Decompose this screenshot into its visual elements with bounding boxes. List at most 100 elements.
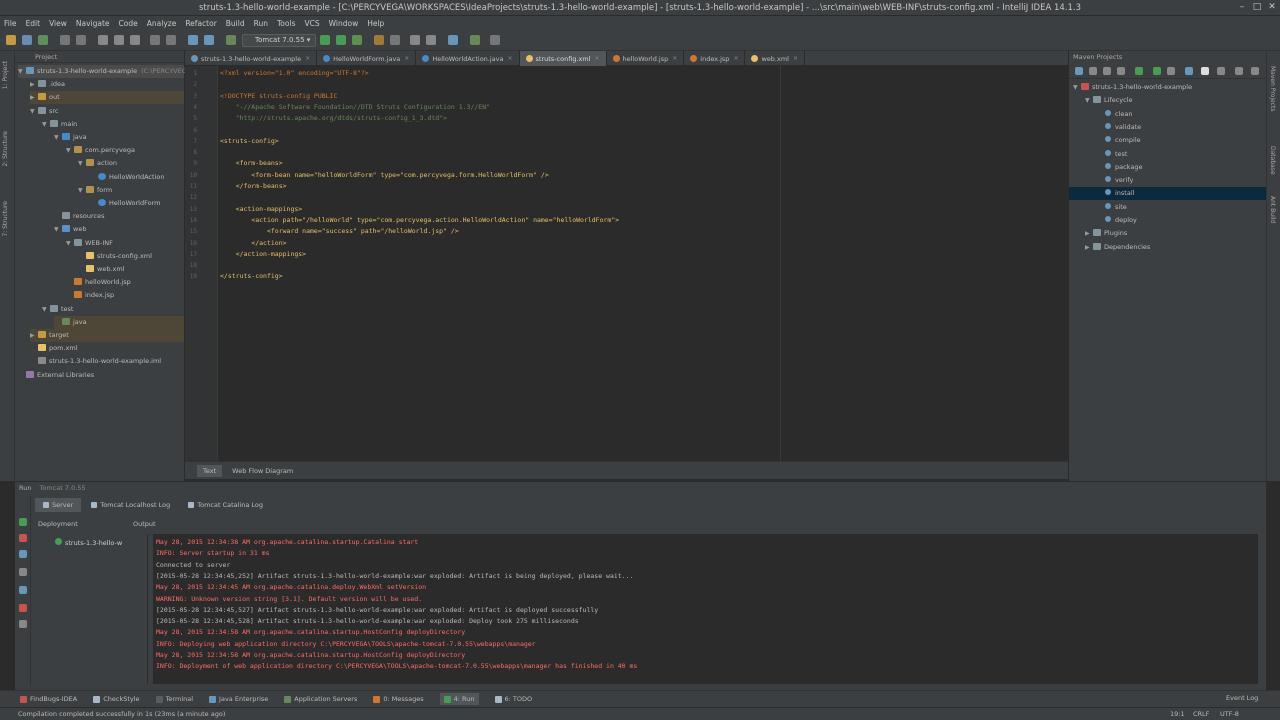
- forward-icon[interactable]: [204, 35, 214, 45]
- maven-gear-icon[interactable]: [1251, 67, 1259, 75]
- expand-arrow-icon[interactable]: ▼: [54, 223, 62, 236]
- maven-tree-row[interactable]: ▼ struts-1.3-hello-world-example: [1069, 81, 1266, 94]
- replace-icon[interactable]: [166, 35, 176, 45]
- maven-tree-row[interactable]: verify: [1069, 174, 1266, 187]
- expand-arrow-icon[interactable]: ▶: [1085, 241, 1093, 254]
- project-tree-row[interactable]: ▼ com.percyvega: [66, 144, 184, 157]
- maven-tool-tab[interactable]: Maven Projects: [1269, 66, 1276, 111]
- redo-icon[interactable]: [76, 35, 86, 45]
- close-tab-icon[interactable]: ×: [404, 55, 409, 62]
- expand-arrow-icon[interactable]: ▼: [78, 157, 86, 170]
- project-tree-row[interactable]: struts-config.xml: [78, 250, 184, 263]
- project-tree-row[interactable]: External Libraries: [18, 369, 184, 382]
- menu-build[interactable]: Build: [226, 19, 245, 28]
- structure-tool-tab[interactable]: 2: Structure: [2, 131, 13, 167]
- expand-arrow-icon[interactable]: ▼: [54, 131, 62, 144]
- save-icon[interactable]: [22, 35, 32, 45]
- expand-arrow-icon[interactable]: ▼: [18, 65, 26, 78]
- maven-tree-row[interactable]: ▼ Lifecycle: [1069, 94, 1266, 107]
- menu-refactor[interactable]: Refactor: [185, 19, 216, 28]
- project-tree-row[interactable]: ▼ test: [42, 303, 184, 316]
- code-line[interactable]: <struts-config>: [220, 136, 279, 147]
- expand-arrow-icon[interactable]: ▼: [30, 105, 38, 118]
- project-tree-row[interactable]: web.xml: [78, 263, 184, 276]
- project-tree-row[interactable]: ▼ main: [42, 118, 184, 131]
- skip-tests-icon[interactable]: [1185, 67, 1193, 75]
- code-line[interactable]: <form-bean name="helloWorldForm" type="c…: [220, 170, 548, 181]
- tab-web-flow-diagram[interactable]: Web Flow Diagram: [226, 465, 299, 477]
- structure7-tool-tab[interactable]: 7: Structure: [2, 201, 13, 237]
- maven-settings-icon[interactable]: [1201, 67, 1209, 75]
- run-help-icon[interactable]: [19, 620, 27, 628]
- editor-tab[interactable]: helloWorld.jsp ×: [607, 51, 685, 66]
- editor-tab[interactable]: HelloWorldAction.java ×: [416, 51, 520, 66]
- expand-arrow-icon[interactable]: ▶: [30, 91, 38, 104]
- add-maven-project-icon[interactable]: [1117, 67, 1125, 75]
- expand-arrow-icon[interactable]: ▼: [42, 303, 50, 316]
- project-tool-tab[interactable]: 1: Project: [2, 61, 13, 89]
- tool-window-button[interactable]: 6: TODO: [494, 695, 532, 703]
- expand-arrow-icon[interactable]: ▼: [66, 237, 74, 250]
- expand-arrow-icon[interactable]: ▶: [30, 78, 38, 91]
- tool-window-button[interactable]: 4: Run: [439, 693, 479, 705]
- debug-icon[interactable]: [336, 35, 346, 45]
- maximize-button[interactable]: □: [1251, 2, 1263, 13]
- reimport-icon[interactable]: [1075, 67, 1083, 75]
- tool-window-button[interactable]: Java Enterprise: [209, 695, 268, 703]
- editor-tab[interactable]: index.jsp ×: [684, 51, 746, 66]
- menu-code[interactable]: Code: [119, 19, 138, 28]
- project-tree-row[interactable]: ▼ WEB-INF: [66, 237, 184, 250]
- project-tree-row[interactable]: index.jsp: [66, 289, 184, 302]
- tool-window-button[interactable]: Terminal: [155, 695, 193, 703]
- expand-arrow-icon[interactable]: ▼: [78, 184, 86, 197]
- dump-threads-icon[interactable]: [19, 568, 27, 576]
- code-line[interactable]: "http://struts.apache.org/dtds/struts-co…: [220, 113, 447, 124]
- close-tab-icon[interactable]: ×: [793, 55, 798, 62]
- download-icon[interactable]: [1103, 67, 1111, 75]
- code-line[interactable]: </form-beans>: [220, 181, 287, 192]
- close-tab-icon[interactable]: ×: [594, 55, 599, 62]
- maven-tree-row[interactable]: compile: [1069, 134, 1266, 147]
- editor-tab[interactable]: HelloWorldForm.java ×: [317, 51, 417, 66]
- menu-view[interactable]: View: [49, 19, 67, 28]
- rerun-icon[interactable]: [19, 518, 27, 526]
- tool-window-button[interactable]: FindBugs-IDEA: [20, 695, 77, 703]
- menu-edit[interactable]: Edit: [26, 19, 41, 28]
- project-tree-row[interactable]: HelloWorldAction: [90, 171, 184, 184]
- project-tree-row[interactable]: ▼ struts-1.3-hello-world-example (C:\PERCY…: [18, 65, 191, 78]
- editor-tab[interactable]: struts-1.3-hello-world-example ×: [185, 51, 318, 66]
- close-button[interactable]: ✕: [1266, 2, 1278, 13]
- execute-goal-icon[interactable]: [1153, 67, 1161, 75]
- menu-window[interactable]: Window: [329, 19, 359, 28]
- ant-build-tool-tab[interactable]: Ant Build: [1269, 196, 1276, 223]
- menu-vcs[interactable]: VCS: [304, 19, 319, 28]
- run-config-dropdown[interactable]: Tomcat 7.0.55 ▾: [242, 34, 316, 47]
- run-icon[interactable]: [320, 35, 330, 45]
- menu-tools[interactable]: Tools: [277, 19, 295, 28]
- code-line[interactable]: <action path="/helloWorld" type="com.per…: [220, 215, 619, 226]
- close-tab-icon[interactable]: ×: [733, 55, 738, 62]
- project-tree-row[interactable]: ▼ action: [78, 157, 184, 170]
- sync-icon[interactable]: [38, 35, 48, 45]
- project-tree-row[interactable]: java: [54, 315, 184, 329]
- update-icon[interactable]: [19, 550, 27, 558]
- find-icon[interactable]: [150, 35, 160, 45]
- maven-tree-row[interactable]: ▶ Dependencies: [1069, 241, 1266, 254]
- code-line[interactable]: <?xml version="1.0" encoding="UTF-8"?>: [220, 68, 369, 79]
- toggle-offline-icon[interactable]: [1167, 67, 1175, 75]
- run-tab[interactable]: Tomcat Catalina Log: [180, 498, 271, 512]
- maven-tree-row[interactable]: ▶ Plugins: [1069, 227, 1266, 240]
- structure-icon[interactable]: [390, 35, 400, 45]
- code-line[interactable]: <form-beans>: [220, 158, 283, 169]
- show-dependencies-icon[interactable]: [1217, 67, 1225, 75]
- run-maven-build-icon[interactable]: [1135, 67, 1143, 75]
- code-line[interactable]: </struts-config>: [220, 271, 283, 282]
- project-structure-icon[interactable]: [426, 35, 436, 45]
- expand-arrow-icon[interactable]: ▼: [42, 118, 50, 131]
- expand-arrow-icon[interactable]: ▼: [1073, 81, 1081, 94]
- tool-window-button[interactable]: Application Servers: [284, 695, 357, 703]
- menu-help[interactable]: Help: [367, 19, 384, 28]
- code-editor[interactable]: 1 2 3 4 5 6 7 8 9 10 11 12 13 14 15 16 17 18 19 <?xml vers…: [185, 66, 1068, 461]
- editor-tab[interactable]: web.xml ×: [745, 51, 805, 66]
- project-tree-row[interactable]: ▼ web: [54, 223, 184, 236]
